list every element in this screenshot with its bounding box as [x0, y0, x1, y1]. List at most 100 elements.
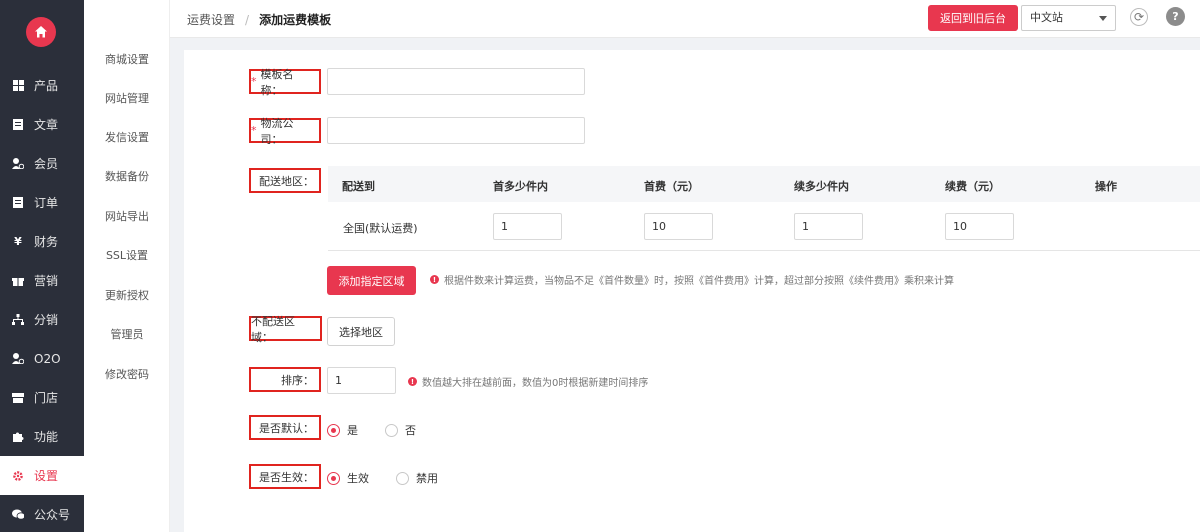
nav-item-functions[interactable]: 功能	[0, 417, 84, 456]
col-header-first-qty: 首多少件内	[493, 180, 548, 193]
subnav-item-mail-settings[interactable]: 发信设置	[84, 129, 170, 145]
calc-tip: ! 根据件数来计算运费，当物品不足《首件数量》时，按照《首件费用》计算，超过部分按…	[430, 272, 954, 287]
label-text: 配送地区：	[259, 174, 314, 188]
radio-unchecked-icon	[385, 423, 398, 437]
chevron-down-icon	[1099, 16, 1107, 21]
subnav-item-administrators[interactable]: 管理员	[84, 326, 170, 342]
nav-item-distribution[interactable]: 分销	[0, 300, 84, 339]
language-select[interactable]: 中文站	[1021, 5, 1116, 31]
label-text: 不配送区域：	[251, 314, 295, 344]
select-region-button[interactable]: 选择地区	[327, 317, 395, 346]
required-asterisk: *	[251, 124, 257, 137]
nav-item-settings[interactable]: 设置	[0, 456, 84, 495]
nav-label: 设置	[34, 469, 59, 483]
required-asterisk: *	[251, 75, 257, 88]
puzzle-icon	[12, 431, 24, 443]
users-icon	[12, 353, 24, 365]
col-header-next-fee: 续费（元）	[945, 180, 1000, 193]
breadcrumb: 运费设置 / 添加运费模板	[187, 11, 331, 28]
nav-item-members[interactable]: 会员	[0, 144, 84, 183]
language-select-value: 中文站	[1030, 11, 1063, 24]
top-bar: 运费设置 / 添加运费模板 返回到旧后台 中文站 ⟳ ?	[170, 0, 1200, 38]
active-yes-radio[interactable]: 生效	[327, 470, 369, 486]
breadcrumb-current: 添加运费模板	[259, 13, 332, 27]
store-icon	[12, 392, 24, 404]
nav-label: 会员	[34, 157, 59, 171]
document-icon	[12, 119, 24, 131]
add-region-button[interactable]: 添加指定区域	[327, 266, 416, 295]
help-icon[interactable]: ?	[1166, 7, 1185, 26]
radio-label: 生效	[347, 472, 369, 485]
nav-label: 功能	[34, 430, 59, 444]
next-qty-input[interactable]: 1	[794, 213, 863, 240]
yen-icon: ¥	[14, 235, 22, 248]
nav-item-wechat[interactable]: 公众号	[0, 495, 84, 532]
radio-checked-icon	[327, 471, 340, 485]
subnav-item-shop-settings[interactable]: 商城设置	[84, 51, 170, 67]
home-icon[interactable]	[26, 17, 56, 47]
label-text: 排序：	[281, 373, 314, 387]
sort-label: 排序：	[249, 367, 321, 392]
nav-item-marketing[interactable]: 营销	[0, 261, 84, 300]
first-qty-input[interactable]: 1	[493, 213, 562, 240]
active-no-radio[interactable]: 禁用	[396, 470, 438, 486]
subnav-item-site-export[interactable]: 网站导出	[84, 208, 170, 224]
col-header-destination: 配送到	[342, 180, 375, 193]
subnav-item-update-license[interactable]: 更新授权	[84, 287, 170, 303]
sort-tip: ! 数值越大排在越前面，数值为0时根据新建时间排序	[408, 374, 648, 389]
radio-checked-icon	[327, 423, 340, 437]
settings-submenu: 商城设置 网站管理 发信设置 数据备份 网站导出 SSL设置 更新授权 管理员 …	[84, 0, 170, 532]
nav-label: 公众号	[34, 508, 71, 522]
label-text: 模板名称：	[260, 67, 294, 97]
breadcrumb-parent[interactable]: 运费设置	[187, 13, 235, 27]
sort-input[interactable]: 1	[327, 367, 396, 394]
table-divider	[328, 250, 1200, 251]
subnav-item-site-management[interactable]: 网站管理	[84, 90, 170, 106]
label-text: 是否生效：	[259, 470, 314, 484]
nav-item-stores[interactable]: 门店	[0, 378, 84, 417]
gear-icon	[12, 470, 24, 482]
col-header-first-fee: 首费（元）	[644, 180, 699, 193]
subnav-item-change-password[interactable]: 修改密码	[84, 366, 170, 382]
nav-item-articles[interactable]: 文章	[0, 105, 84, 144]
row-destination: 全国(默认运费)	[343, 222, 418, 235]
next-fee-input[interactable]: 10	[945, 213, 1014, 240]
radio-label: 否	[405, 424, 416, 437]
shipping-table-header: 配送到 首多少件内 首费（元） 续多少件内 续费（元） 操作	[328, 166, 1200, 202]
template-name-label: * 模板名称：	[249, 68, 321, 97]
delivery-region-label: 配送地区：	[249, 168, 321, 193]
back-to-old-admin-button[interactable]: 返回到旧后台	[928, 5, 1018, 31]
is-active-label: 是否生效：	[249, 464, 321, 489]
default-yes-radio[interactable]: 是	[327, 422, 358, 438]
nav-item-orders[interactable]: 订单	[0, 183, 84, 222]
radio-label: 禁用	[416, 472, 438, 485]
help-glyph: ?	[1172, 10, 1179, 23]
nav-item-products[interactable]: 产品	[0, 66, 84, 105]
nav-label: 文章	[34, 118, 59, 132]
nav-label: 分销	[34, 313, 59, 327]
subnav-item-data-backup[interactable]: 数据备份	[84, 168, 170, 184]
first-fee-input[interactable]: 10	[644, 213, 713, 240]
calc-tip-text: 根据件数来计算运费，当物品不足《首件数量》时，按照《首件费用》计算，超过部分按照…	[444, 276, 954, 287]
radio-unchecked-icon	[396, 471, 409, 485]
nav-label: O2O	[34, 351, 61, 366]
nav-label: 产品	[34, 79, 59, 93]
template-name-input[interactable]	[327, 68, 585, 95]
logistics-company-input[interactable]	[327, 117, 585, 144]
nav-label: 营销	[34, 274, 59, 288]
info-icon: !	[430, 275, 439, 284]
nav-item-finance[interactable]: ¥ 财务	[0, 222, 84, 261]
col-header-action: 操作	[1095, 180, 1117, 193]
nav-item-o2o[interactable]: O2O	[0, 339, 84, 378]
refresh-icon[interactable]: ⟳	[1130, 8, 1148, 26]
radio-label: 是	[347, 424, 358, 437]
subnav-item-ssl-settings[interactable]: SSL设置	[84, 247, 170, 263]
order-icon	[12, 197, 24, 209]
nav-label: 门店	[34, 391, 59, 405]
is-default-label: 是否默认：	[249, 415, 321, 440]
default-no-radio[interactable]: 否	[385, 422, 416, 438]
gift-icon	[12, 275, 24, 287]
main-nav: 产品 文章 会员 订单 ¥ 财务 营销 分销 O2O 门店 功能 设置 公众号	[0, 0, 84, 532]
user-icon	[12, 158, 24, 170]
col-header-next-qty: 续多少件内	[794, 180, 849, 193]
